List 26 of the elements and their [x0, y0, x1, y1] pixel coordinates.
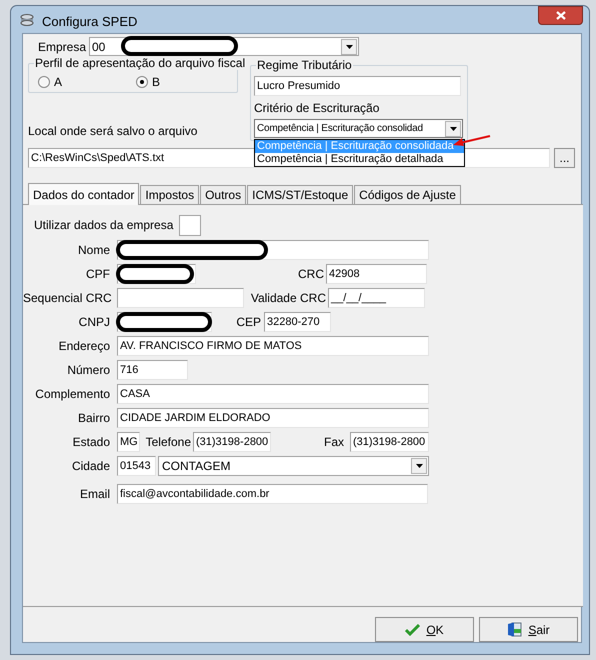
field-label: Utilizar dados da empresa [34, 217, 174, 234]
field-label: Local onde será salvo o arquivo [28, 123, 198, 140]
field-label: Empresa [38, 38, 88, 56]
field-label: Bairro [76, 410, 110, 427]
field-label: Complemento [34, 386, 110, 403]
combo-value: CONTAGEM [162, 458, 230, 475]
field-label: Critério de Escrituração [254, 101, 380, 115]
field-label: Cidade [70, 458, 110, 475]
field-label: Estado [72, 434, 110, 451]
field-label: CNPJ [78, 314, 110, 331]
field-label: CEP [235, 314, 262, 331]
field-label: Telefone [144, 434, 192, 451]
field-label: Validade CRC [250, 290, 327, 307]
field-label: Sequencial CRC [23, 290, 110, 307]
field-label: CRC [297, 266, 325, 283]
window-title: Configura SPED [42, 13, 138, 31]
field-label: Número [66, 362, 110, 379]
group-title: Regime Tributário [256, 58, 353, 72]
combo-value: Competência | Escrituração consolidad [257, 122, 423, 136]
field-label: Fax [322, 434, 345, 451]
field-label: Endereço [58, 338, 110, 355]
combo-value: 00 [92, 38, 106, 56]
group-title: Perfil de apresentação do arquivo fiscal [34, 56, 246, 70]
field-label: Email [78, 486, 110, 503]
field-label: CPF [85, 266, 110, 283]
field-label: Nome [76, 242, 110, 259]
